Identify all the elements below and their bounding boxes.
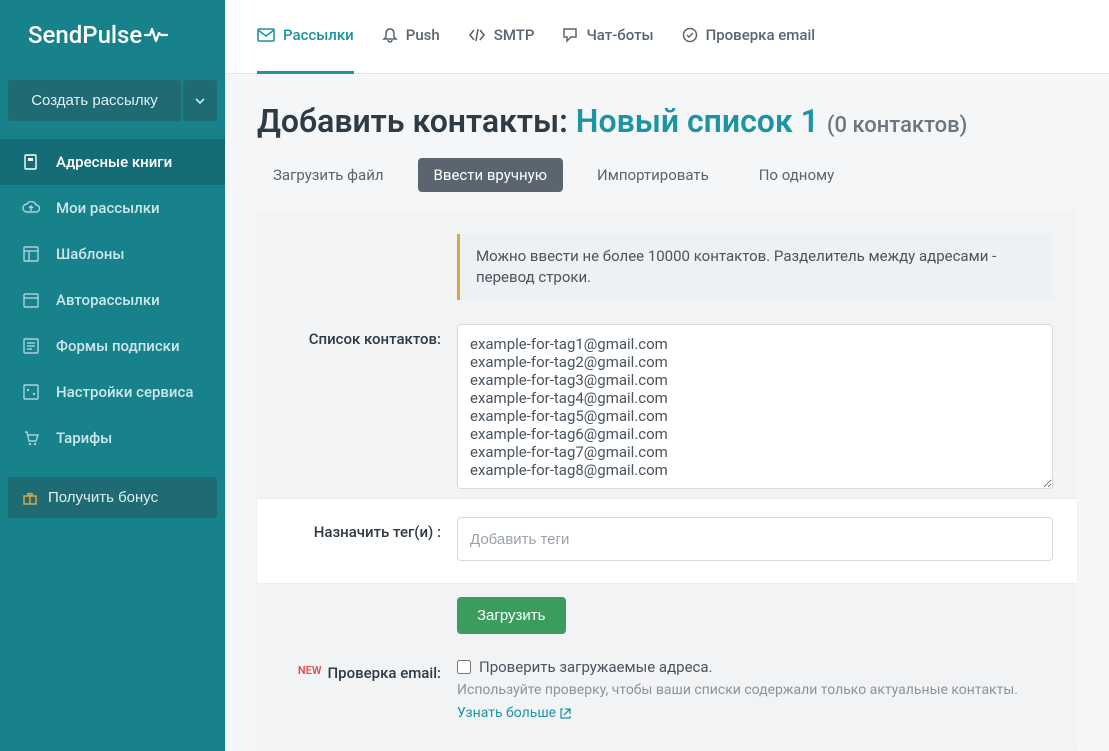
tab-manual-entry[interactable]: Ввести вручную	[418, 158, 564, 192]
sidebar-nav: Адресные книги Мои рассылки Шаблоны Авто…	[0, 139, 225, 461]
create-campaign-dropdown[interactable]	[183, 80, 217, 121]
layout-icon	[22, 245, 40, 263]
cloud-icon	[22, 199, 40, 217]
top-nav: Рассылки Push SMTP Чат-боты Проверка ema…	[225, 0, 1109, 74]
contacts-label: Список контактов:	[281, 324, 457, 348]
create-campaign-button[interactable]: Создать рассылку	[8, 80, 181, 121]
upload-button[interactable]: Загрузить	[457, 597, 566, 634]
topnav-label: Проверка email	[706, 26, 816, 44]
contact-count: (0 контактов)	[827, 113, 967, 138]
topnav-item-smtp[interactable]: SMTP	[468, 0, 535, 74]
code-icon	[468, 28, 486, 42]
tab-upload-file[interactable]: Загрузить файл	[257, 158, 400, 192]
list-name-link[interactable]: Новый список 1	[576, 102, 819, 140]
sidebar-item-label: Авторассылки	[56, 291, 160, 309]
verify-checkbox[interactable]	[457, 660, 471, 674]
sidebar-item-label: Адресные книги	[56, 153, 172, 171]
calendar-icon	[22, 291, 40, 309]
learn-more-link[interactable]: Узнать больше	[457, 705, 571, 721]
info-notice: Можно ввести не более 10000 контактов. Р…	[457, 234, 1053, 300]
sidebar-item-label: Шаблоны	[56, 245, 125, 263]
tags-row-highlight: Назначить тег(и) :	[257, 499, 1077, 583]
sidebar: SendPulse Создать рассылку Адресные книг…	[0, 0, 225, 751]
brand-text: SendPulse	[28, 21, 142, 49]
cart-icon	[22, 429, 40, 447]
tags-label: Назначить тег(и) :	[281, 517, 457, 541]
chevron-down-icon	[195, 98, 205, 104]
verify-hint: Используйте проверку, чтобы ваши списки …	[457, 682, 1053, 698]
content: Добавить контакты: Новый список 1 (0 кон…	[225, 74, 1109, 751]
sidebar-item-address-books[interactable]: Адресные книги	[0, 139, 225, 185]
topnav-item-push[interactable]: Push	[382, 0, 440, 74]
learn-more-text: Узнать больше	[457, 705, 556, 721]
create-campaign-group: Создать рассылку	[0, 70, 225, 133]
new-badge: NEW	[298, 664, 322, 677]
sidebar-item-automation[interactable]: Авторассылки	[0, 277, 225, 323]
pulse-icon	[144, 26, 168, 44]
external-link-icon	[560, 708, 571, 719]
verify-checkbox-row[interactable]: Проверить загружаемые адреса.	[457, 658, 1053, 676]
gift-icon	[22, 490, 38, 506]
sidebar-item-label: Формы подписки	[56, 337, 180, 355]
sliders-icon	[22, 383, 40, 401]
bell-icon	[382, 27, 398, 43]
verify-label-cell: NEW Проверка email:	[281, 658, 457, 682]
brand-logo[interactable]: SendPulse	[0, 0, 225, 70]
form-icon	[22, 337, 40, 355]
topnav-item-verify[interactable]: Проверка email	[682, 0, 816, 74]
sidebar-item-label: Мои рассылки	[56, 199, 160, 217]
form-panel: Можно ввести не более 10000 контактов. Р…	[257, 210, 1077, 751]
topnav-label: SMTP	[494, 26, 535, 44]
topnav-label: Чат-боты	[586, 26, 653, 44]
contacts-textarea[interactable]: example-for-tag1@gmail.com example-for-t…	[457, 324, 1053, 489]
tab-import[interactable]: Импортировать	[581, 158, 725, 192]
sidebar-item-label: Тарифы	[56, 429, 112, 447]
mail-icon	[257, 28, 275, 42]
sidebar-item-forms[interactable]: Формы подписки	[0, 323, 225, 369]
chat-icon	[562, 27, 578, 43]
get-bonus-button[interactable]: Получить бонус	[8, 477, 217, 518]
verify-checkbox-label: Проверить загружаемые адреса.	[479, 658, 713, 676]
main-area: Рассылки Push SMTP Чат-боты Проверка ema…	[225, 0, 1109, 751]
sidebar-item-my-campaigns[interactable]: Мои рассылки	[0, 185, 225, 231]
sidebar-item-pricing[interactable]: Тарифы	[0, 415, 225, 461]
sidebar-item-label: Настройки сервиса	[56, 383, 193, 401]
page-title: Добавить контакты: Новый список 1 (0 кон…	[257, 102, 1077, 140]
tab-one-by-one[interactable]: По одному	[743, 158, 850, 192]
import-tabs: Загрузить файл Ввести вручную Импортиров…	[257, 158, 1077, 192]
topnav-label: Push	[406, 26, 440, 44]
verify-label: Проверка email:	[328, 664, 441, 682]
tags-input[interactable]	[457, 517, 1053, 561]
sidebar-item-templates[interactable]: Шаблоны	[0, 231, 225, 277]
topnav-item-campaigns[interactable]: Рассылки	[257, 0, 354, 74]
topnav-label: Рассылки	[283, 26, 354, 44]
sidebar-item-settings[interactable]: Настройки сервиса	[0, 369, 225, 415]
bonus-label: Получить бонус	[48, 489, 158, 506]
check-circle-icon	[682, 27, 698, 43]
book-icon	[22, 153, 40, 171]
topnav-item-chatbots[interactable]: Чат-боты	[562, 0, 653, 74]
title-prefix: Добавить контакты:	[257, 102, 576, 140]
